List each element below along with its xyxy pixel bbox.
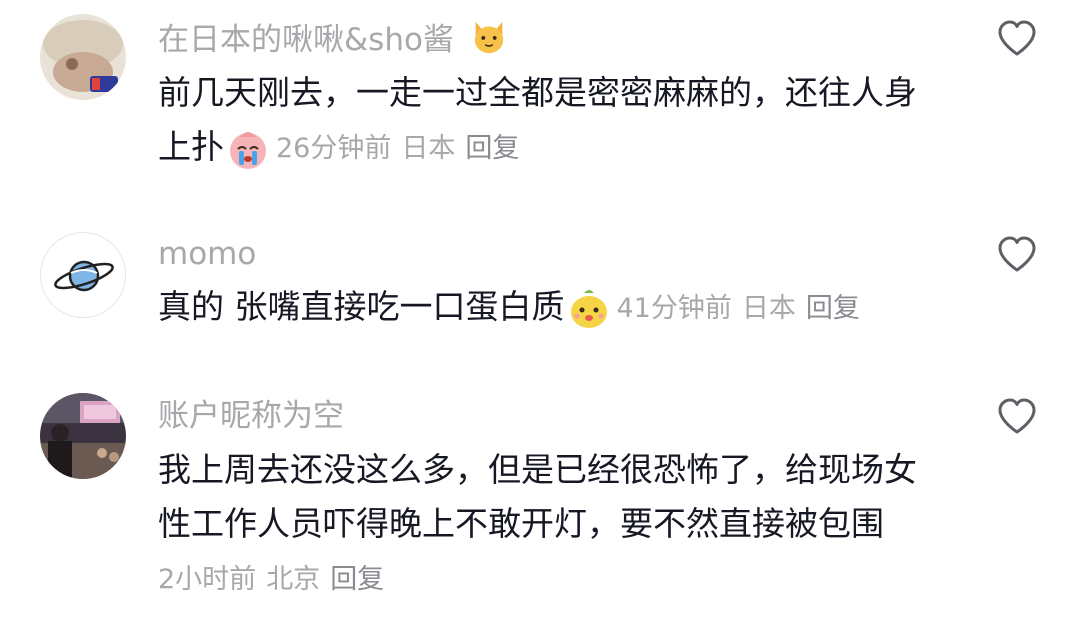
location: 日本 [741, 292, 796, 324]
comment-meta: 2小时前 北京 回复 [158, 562, 394, 598]
location: 北京 [266, 564, 321, 595]
like-heart-icon[interactable] [996, 18, 1038, 60]
avatar[interactable] [40, 232, 126, 318]
comment-meta: 26分钟前 日本 回复 [276, 133, 529, 164]
username[interactable]: 账户昵称为空 [158, 396, 344, 436]
comment-meta: 41分钟前 日本 回复 [617, 293, 870, 324]
crying-face-icon [230, 131, 266, 169]
reply-button[interactable]: 回复 [330, 564, 384, 595]
timestamp: 2小时前 [158, 564, 257, 595]
comment-text: 真的 张嘴直接吃一口蛋白质 41分钟前 日本 回复 [158, 280, 958, 336]
comment-text: 前几天刚去，一走一过全都是密密麻麻的，还往人身 上扑 26分钟前 日本 回复 [158, 66, 958, 176]
avatar[interactable] [40, 393, 126, 479]
comment-text-line: 真的 张嘴直接吃一口蛋白质 [158, 287, 565, 326]
avatar[interactable] [40, 14, 126, 100]
username[interactable]: 在日本的啾啾&sho酱 [158, 18, 508, 60]
username[interactable]: momo [158, 234, 256, 274]
like-heart-icon[interactable] [996, 396, 1038, 438]
yellow-creature-icon [570, 289, 607, 328]
cat-face-icon [474, 21, 504, 54]
comment-text-line: 上扑 [158, 127, 224, 166]
timestamp: 26分钟前 [276, 132, 392, 164]
comment-text-line: 前几天刚去，一走一过全都是密密麻麻的，还往人身 [158, 73, 917, 112]
location: 日本 [401, 132, 456, 164]
like-heart-icon[interactable] [996, 234, 1038, 276]
comment-text-line: 我上周去还没这么多，但是已经很恐怖了，给现场女 [158, 450, 917, 489]
reply-button[interactable]: 回复 [465, 133, 519, 164]
comment-text-line: 性工作人员吓得晚上不敢开灯，要不然直接被包围 [158, 504, 884, 543]
timestamp: 41分钟前 [616, 292, 732, 324]
comment-text: 我上周去还没这么多，但是已经很恐怖了，给现场女 性工作人员吓得晚上不敢开灯，要不… [158, 443, 958, 551]
reply-button[interactable]: 回复 [806, 293, 860, 324]
